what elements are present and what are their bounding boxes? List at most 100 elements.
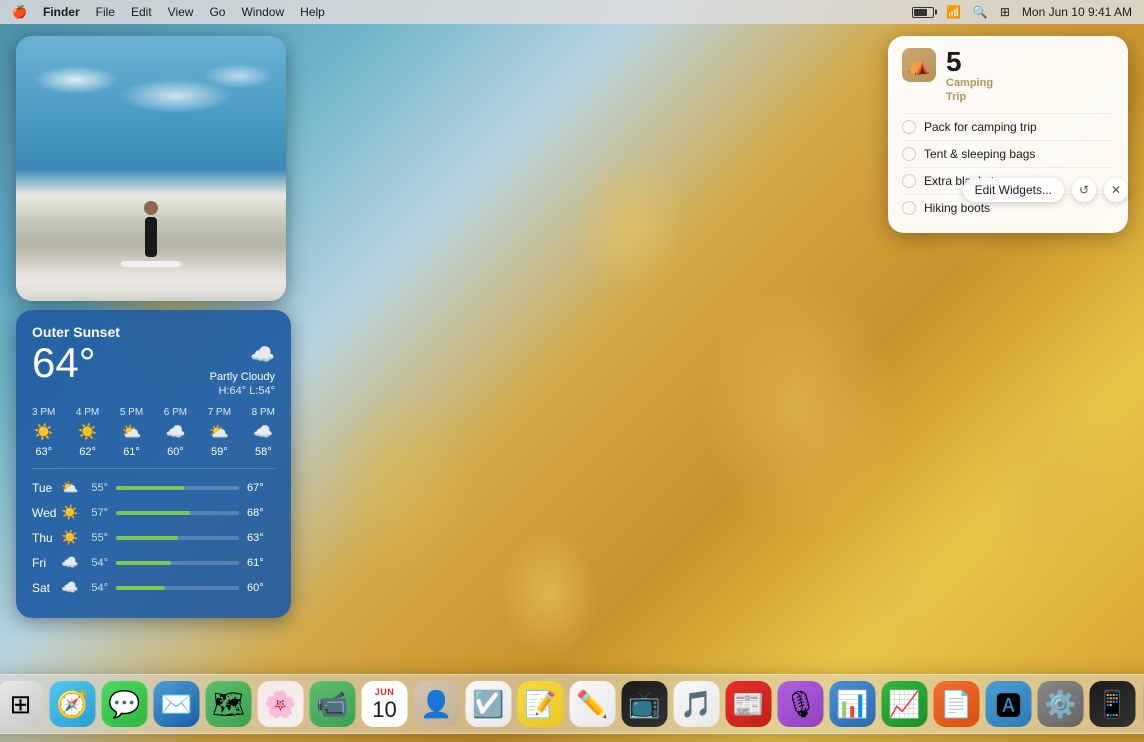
window-menu[interactable]: Window [241,5,284,19]
calendar-day: 10 [372,697,396,723]
daily-icon: ⛅ [60,479,80,496]
go-menu[interactable]: Go [209,5,225,19]
daily-forecast: Tue ⛅ 55° 67° Wed ☀️ 57° 68° Thu ☀️ 55° … [32,479,275,596]
daily-low: 55° [80,532,108,544]
edit-menu[interactable]: Edit [131,5,152,19]
dock-item-mail[interactable]: ✉️ [154,681,200,727]
hourly-icon: ☁️ [165,422,185,442]
daily-day: Tue [32,481,60,495]
dock-item-facetime[interactable]: 📹 [310,681,356,727]
close-widget-button[interactable]: ✕ [1104,178,1128,202]
calendar-month: JUN [375,687,395,697]
weather-temperature: 64° [32,342,96,384]
daily-bar [116,586,165,590]
daily-high: 68° [247,507,275,519]
sky-clouds [26,56,276,136]
reminders-list-title: CampingTrip [946,76,993,105]
datetime-display: Mon Jun 10 9:41 AM [1022,5,1132,19]
dock-item-appletv[interactable]: 📺 [622,681,668,727]
rotate-widget-button[interactable]: ↺ [1072,178,1096,202]
daily-bar [116,561,171,565]
finder-menu[interactable]: Finder [43,5,80,19]
dock-item-photos[interactable]: 🌸 [258,681,304,727]
dock-icon-notes: 📝 [524,689,556,720]
dock-item-messages[interactable]: 💬 [102,681,148,727]
hourly-item: 7 PM ⛅ 59° [208,407,231,458]
edit-widgets-button[interactable]: Edit Widgets... [963,178,1064,202]
dock-item-numbers[interactable]: 📈 [882,681,928,727]
dock-icon-appletv: 📺 [628,689,660,720]
weather-condition-text: Partly Cloudy [210,371,275,383]
daily-low: 54° [80,582,108,594]
dock-icon-maps: 🗺 [212,689,245,720]
hourly-icon: ☀️ [34,422,54,442]
weather-condition-block: ☁️ Partly Cloudy H:64° L:54° [210,342,275,397]
dock-item-pages[interactable]: 📄 [934,681,980,727]
reminder-checkbox[interactable] [902,120,916,134]
hourly-item: 4 PM ☀️ 62° [76,407,99,458]
reminders-count: 5 [946,48,993,76]
help-menu[interactable]: Help [300,5,325,19]
dock-item-settings[interactable]: ⚙️ [1038,681,1084,727]
photo-widget [16,36,286,301]
apple-menu[interactable]: 🍎 [12,5,27,19]
dock-icon-iphone: 📱 [1096,689,1128,720]
weather-widget: Outer Sunset 64° ☁️ Partly Cloudy H:64° … [16,310,291,618]
reminder-checkbox[interactable] [902,174,916,188]
dock-icon-pages: 📄 [940,689,972,720]
dock-item-podcasts[interactable]: 🎙 [778,681,824,727]
daily-icon: ☁️ [60,579,80,596]
reminders-items-list: Pack for camping trip Tent & sleeping ba… [902,113,1114,221]
dock-item-freeform[interactable]: ✏️ [570,681,616,727]
daily-forecast-row: Wed ☀️ 57° 68° [32,504,275,521]
dock-icon-settings: ⚙️ [1044,689,1076,720]
daily-forecast-row: Thu ☀️ 55° 63° [32,529,275,546]
weather-hi-lo: H:64° L:54° [210,385,275,397]
surfer-board [121,261,181,267]
dock-item-calendar[interactable]: JUN 10 [362,681,408,727]
daily-forecast-row: Tue ⛅ 55° 67° [32,479,275,496]
controlcenter-icon[interactable]: ⊞ [1000,5,1010,19]
daily-bar-container [116,561,239,565]
dock-item-music[interactable]: 🎵 [674,681,720,727]
dock-item-maps[interactable]: 🗺 [206,681,252,727]
hourly-icon: ⛅ [122,422,142,442]
daily-bar [116,536,178,540]
weather-sun-icon: ☁️ [210,342,275,367]
hourly-icon: ☀️ [78,422,98,442]
hourly-temp: 61° [123,446,140,458]
hourly-time: 3 PM [32,407,55,418]
dock-item-appstore[interactable]: 🅰 [986,681,1032,727]
surfer-body [145,217,157,257]
dock-item-contacts[interactable]: 👤 [414,681,460,727]
dock-item-news[interactable]: 📰 [726,681,772,727]
dock-icon-safari: 🧭 [56,689,88,720]
file-menu[interactable]: File [96,5,115,19]
dock-icon-music: 🎵 [680,689,712,720]
reminder-checkbox[interactable] [902,147,916,161]
daily-bar-container [116,536,239,540]
daily-bar [116,486,184,490]
dock-item-reminders[interactable]: ☑️ [466,681,512,727]
dock-item-notes[interactable]: 📝 [518,681,564,727]
view-menu[interactable]: View [168,5,194,19]
reminder-item[interactable]: Pack for camping trip [902,113,1114,140]
dock-item-iphone[interactable]: 📱 [1090,681,1136,727]
hourly-time: 5 PM [120,407,143,418]
reminders-count-block: 5 CampingTrip [946,48,993,105]
reminders-app-icon: ⛺ [902,48,936,82]
reminder-item[interactable]: Tent & sleeping bags [902,140,1114,167]
search-icon[interactable]: 🔍 [973,5,988,19]
daily-high: 67° [247,482,275,494]
reminder-checkbox[interactable] [902,201,916,215]
dock-icon-news: 📰 [732,689,764,720]
dock-item-launchpad[interactable]: ⊞ [0,681,44,727]
dock-item-keynote[interactable]: 📊 [830,681,876,727]
hourly-item: 5 PM ⛅ 61° [120,407,143,458]
dock-icon-facetime: 📹 [316,689,348,720]
hourly-time: 8 PM [252,407,275,418]
dock-item-safari[interactable]: 🧭 [50,681,96,727]
dock-icon-reminders: ☑️ [472,689,504,720]
hourly-temp: 59° [211,446,228,458]
hourly-item: 8 PM ☁️ 58° [252,407,275,458]
